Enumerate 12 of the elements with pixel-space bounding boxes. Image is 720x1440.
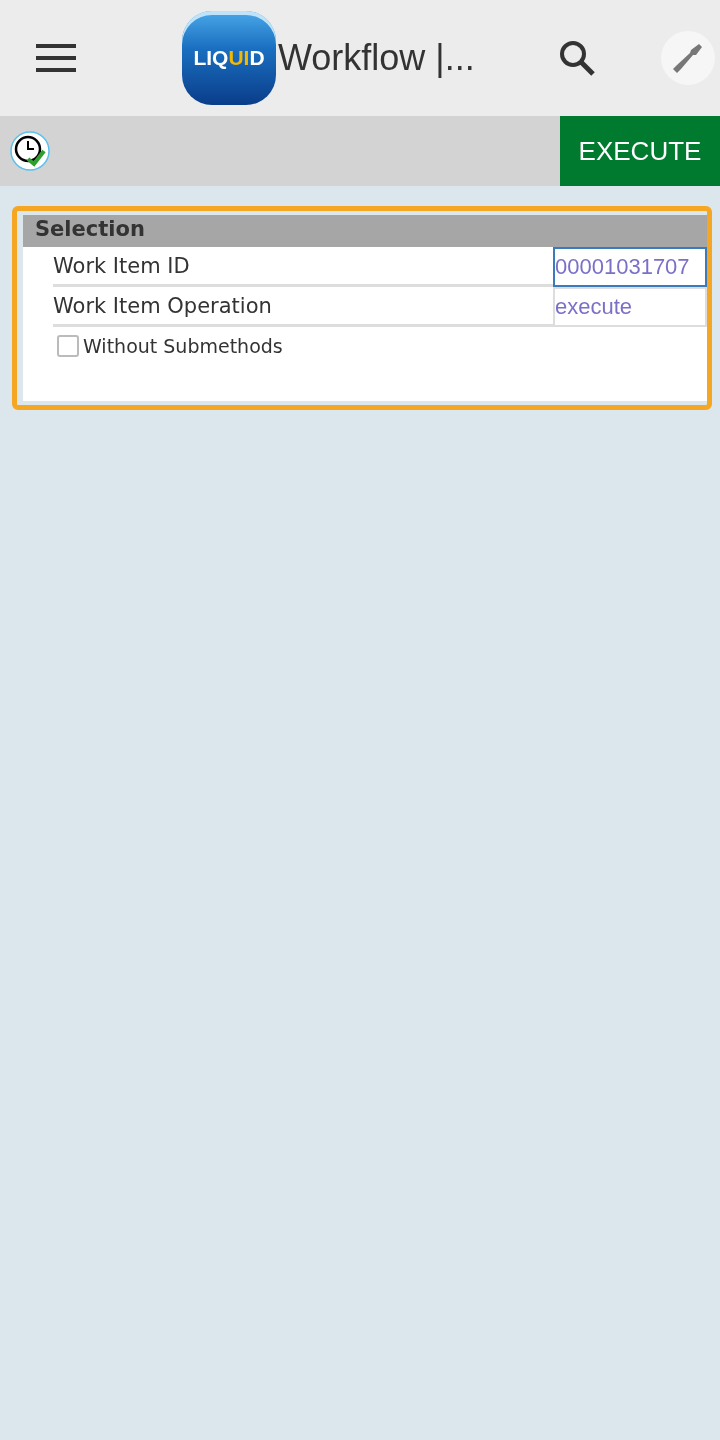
clock-check-icon[interactable] — [10, 131, 50, 171]
execute-button[interactable]: EXECUTE — [560, 116, 720, 186]
field-label: Work Item Operation — [53, 287, 553, 327]
field-label: Work Item ID — [53, 247, 553, 287]
input-field[interactable]: 00001031707 — [553, 247, 707, 287]
logo: LIQUID — [182, 11, 276, 105]
menu-icon[interactable] — [36, 43, 76, 73]
panel-title: Selection — [23, 215, 707, 247]
input-field[interactable]: execute — [553, 287, 707, 327]
app-title: Workflow |... — [278, 37, 475, 79]
checkbox[interactable] — [57, 335, 79, 357]
checkbox-label: Without Submethods — [83, 335, 283, 357]
